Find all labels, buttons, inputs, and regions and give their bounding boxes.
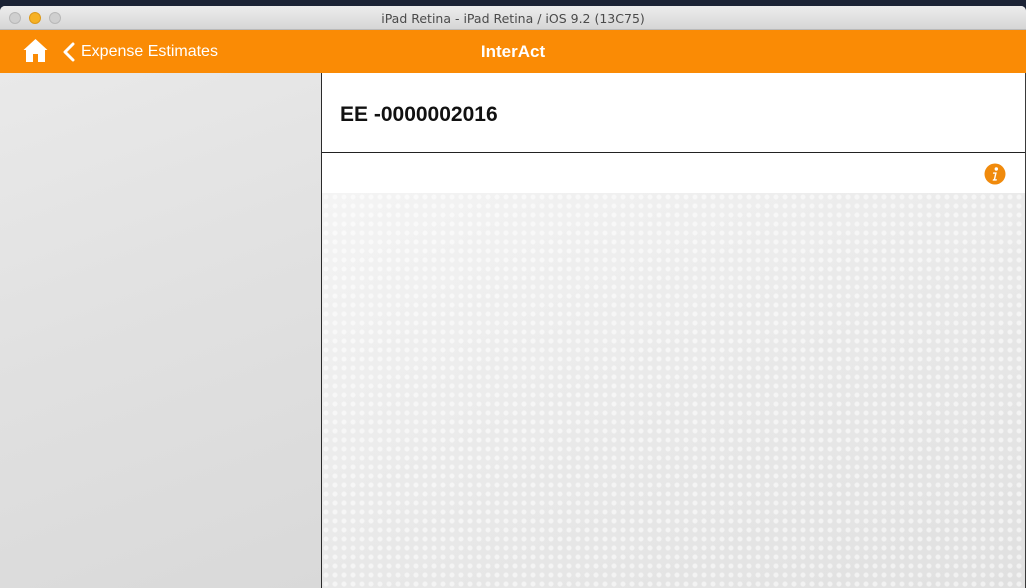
- record-id: EE -0000002016: [340, 103, 498, 126]
- record-header: EE -0000002016: [322, 73, 1025, 153]
- detail-panel: EE -0000002016: [322, 73, 1025, 588]
- detail-content-area: [322, 193, 1025, 588]
- nav-title: InterAct: [480, 42, 546, 61]
- info-row: [322, 153, 1025, 193]
- window-title: iPad Retina - iPad Retina / iOS 9.2 (13C…: [381, 11, 645, 26]
- simulator-window: iPad Retina - iPad Retina / iOS 9.2 (13C…: [0, 6, 1026, 588]
- sidebar-panel: [0, 73, 322, 588]
- info-icon[interactable]: [984, 163, 1006, 185]
- window-titlebar: iPad Retina - iPad Retina / iOS 9.2 (13C…: [0, 6, 1026, 30]
- navigation-bar: Expense Estimates InterAct: [0, 30, 1026, 73]
